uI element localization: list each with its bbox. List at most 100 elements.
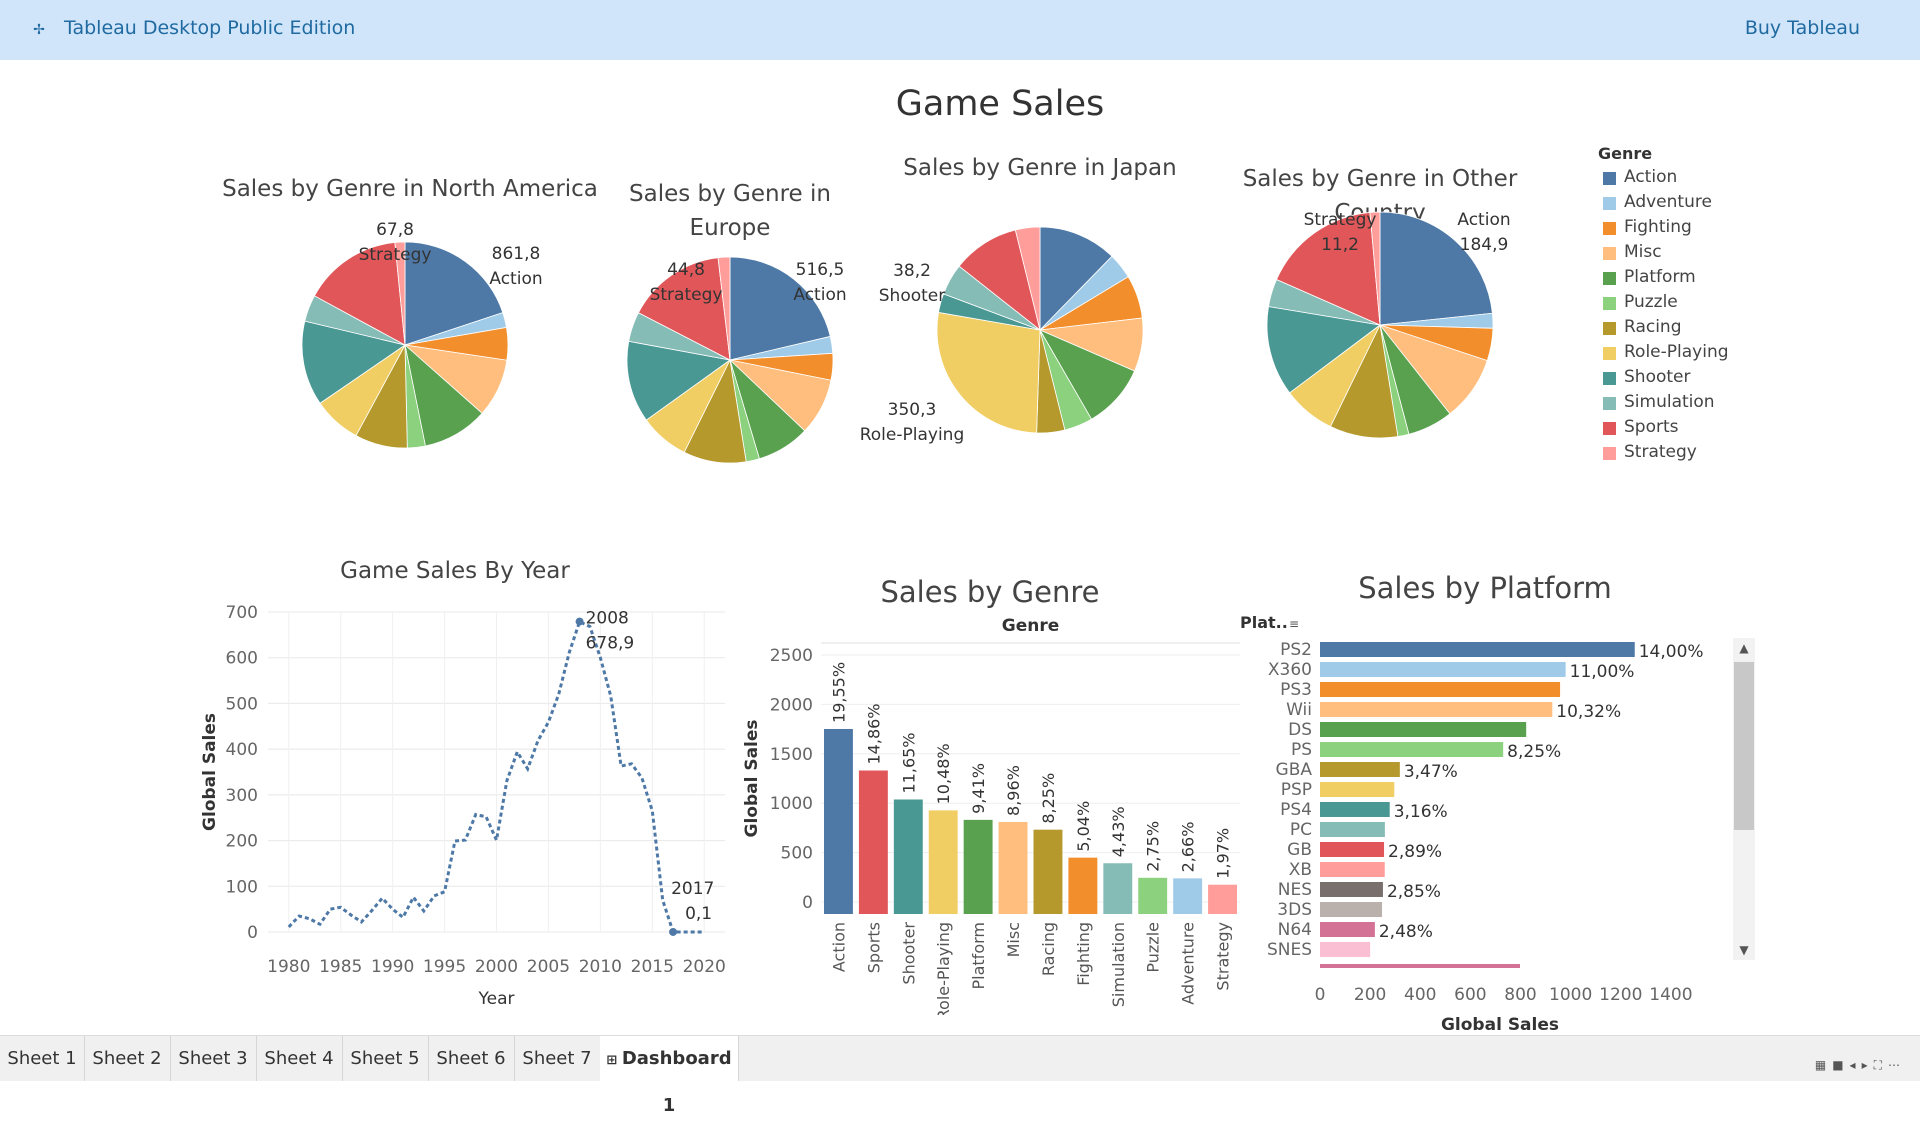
- scroll-down-icon[interactable]: ▼: [1733, 940, 1755, 960]
- tab-sheet-4[interactable]: Sheet 4: [256, 1036, 343, 1081]
- legend-item-simulation[interactable]: Simulation: [1598, 390, 1729, 415]
- prev-icon[interactable]: ◂: [1850, 1058, 1862, 1072]
- platform-label: NES: [1278, 880, 1312, 900]
- bar-sports[interactable]: [858, 770, 888, 914]
- bar-platform[interactable]: [963, 819, 993, 914]
- platform-label: SNES: [1267, 940, 1312, 960]
- legend-label: Adventure: [1624, 192, 1712, 212]
- film-view-icon[interactable]: ■: [1832, 1058, 1849, 1072]
- x-tick-label: 1400: [1649, 985, 1692, 1005]
- bar-nes[interactable]: [1320, 882, 1383, 897]
- end-point[interactable]: [669, 927, 678, 936]
- view-controls[interactable]: ▦■◂▸⛶⋯: [1815, 1058, 1906, 1076]
- bar-racing[interactable]: [1033, 829, 1063, 914]
- legend-item-shooter[interactable]: Shooter: [1598, 365, 1729, 390]
- bar-adventure[interactable]: [1173, 878, 1203, 914]
- bar-strategy[interactable]: [1208, 884, 1237, 914]
- legend-item-role-playing[interactable]: Role-Playing: [1598, 340, 1729, 365]
- bar-fighting[interactable]: [1068, 857, 1098, 914]
- bar-misc[interactable]: [998, 821, 1028, 914]
- bar-pct-label: 8,96%: [1004, 765, 1023, 816]
- legend-item-fighting[interactable]: Fighting: [1598, 215, 1729, 240]
- legend-item-puzzle[interactable]: Puzzle: [1598, 290, 1729, 315]
- bar-ps[interactable]: [1320, 742, 1504, 757]
- label-value: 44,8: [667, 260, 705, 280]
- genre-bar-chart[interactable]: Genre 0 500 1000 1500 2000 2500 19,55% Action 14,…: [735, 615, 1255, 1015]
- bar-role-playing[interactable]: [928, 810, 958, 914]
- peak-year-label: 2008: [586, 609, 629, 629]
- bar-pct-label: 9,41%: [969, 763, 988, 814]
- legend-item-platform[interactable]: Platform: [1598, 265, 1729, 290]
- legend-item-misc[interactable]: Misc: [1598, 240, 1729, 265]
- label-name: Strategy: [1303, 210, 1377, 230]
- bar-pct-label: 3,16%: [1394, 802, 1448, 822]
- tab-label: Sheet 7: [522, 1048, 592, 1069]
- scrollbar-thumb[interactable]: [1734, 662, 1754, 830]
- bar-ps2[interactable]: [1320, 642, 1635, 657]
- legend-item-racing[interactable]: Racing: [1598, 315, 1729, 340]
- tab-sheet-6[interactable]: Sheet 6: [428, 1036, 515, 1081]
- platform-scrollbar[interactable]: ▲ ▼: [1733, 638, 1755, 960]
- next-icon[interactable]: ▸: [1862, 1058, 1874, 1072]
- buy-tableau-link[interactable]: Buy Tableau: [1745, 17, 1860, 39]
- bar-x360[interactable]: [1320, 662, 1566, 677]
- bar-ps4[interactable]: [1320, 802, 1390, 817]
- bar-pct-label: 19,55%: [829, 662, 848, 723]
- bar-xb[interactable]: [1320, 862, 1385, 877]
- bar-psp[interactable]: [1320, 782, 1395, 797]
- bar-snes[interactable]: [1320, 942, 1371, 957]
- platform-bar-chart[interactable]: PS2 14,00% X360 11,00% PS3Wii 10,32% DSPS 8,25%…: [1240, 632, 1730, 1032]
- pie-eu-action-label: 516,5 Action: [780, 258, 860, 308]
- tab-sheet-7[interactable]: Sheet 7: [514, 1036, 601, 1081]
- bar-puzzle[interactable]: [1138, 877, 1168, 914]
- pie-jp-title: Sales by Genre in Japan: [903, 155, 1177, 181]
- platform-label: XB: [1289, 860, 1312, 880]
- bar-simulation[interactable]: [1103, 863, 1133, 914]
- bar-gba[interactable]: [1320, 762, 1400, 777]
- bar-gb[interactable]: [1320, 842, 1385, 857]
- scroll-up-icon[interactable]: ▲: [1733, 638, 1755, 658]
- y-tick-label: 700: [226, 603, 258, 623]
- peak-value-label: 678,9: [586, 634, 635, 654]
- bar-pct-label: 8,25%: [1507, 742, 1561, 762]
- tab-sheet-2[interactable]: Sheet 2: [84, 1036, 171, 1081]
- y-tick-label: 500: [226, 694, 258, 714]
- x-tick-label: 2015: [631, 957, 674, 977]
- label-name: Action: [489, 269, 543, 289]
- bar-shooter[interactable]: [893, 799, 923, 914]
- x-tick-label: 1990: [371, 957, 414, 977]
- bar-n64[interactable]: [1320, 922, 1375, 937]
- tab-dashboard-1[interactable]: ⊞ Dashboard 1: [600, 1036, 739, 1116]
- line-chart[interactable]: 0 100 200 300 400 500 600 700 1980 1985 1990 1995 20…: [190, 590, 740, 1020]
- sheet-tab-bar: Sheet 1 Sheet 2 Sheet 3 Sheet 4 Sheet 5 Sheet…: [0, 1035, 1920, 1116]
- label-name: Shooter: [878, 286, 946, 306]
- peak-point[interactable]: [575, 617, 584, 626]
- label-value: 184,9: [1459, 235, 1509, 255]
- legend-item-sports[interactable]: Sports: [1598, 415, 1729, 440]
- dashboard-title: Game Sales: [895, 84, 1105, 124]
- legend-item-action[interactable]: Action: [1598, 165, 1729, 190]
- tab-sheet-3[interactable]: Sheet 3: [170, 1036, 257, 1081]
- pie-eu-strategy-label: 44,8 Strategy: [646, 258, 726, 308]
- grid-view-icon[interactable]: ▦: [1815, 1058, 1832, 1072]
- category-label: Shooter: [899, 922, 918, 985]
- bar-action[interactable]: [824, 728, 853, 914]
- y-tick-label: 400: [226, 740, 258, 760]
- bar-pc[interactable]: [1320, 822, 1385, 837]
- bar-ps3[interactable]: [1320, 682, 1561, 697]
- legend-item-strategy[interactable]: Strategy: [1598, 440, 1729, 465]
- pie-eu-title-line1: Sales by Genre in: [629, 181, 831, 207]
- more-icon[interactable]: ⋯: [1888, 1058, 1906, 1072]
- legend-item-adventure[interactable]: Adventure: [1598, 190, 1729, 215]
- sort-icon[interactable]: ≡: [1289, 617, 1299, 631]
- platform-column-header[interactable]: Plat..: [1240, 613, 1288, 632]
- bar-3ds[interactable]: [1320, 902, 1383, 917]
- bar-ds[interactable]: [1320, 722, 1527, 737]
- platform-label: PS4: [1280, 800, 1312, 820]
- bar-pct-label: 5,04%: [1074, 801, 1093, 852]
- fullscreen-icon[interactable]: ⛶: [1874, 1058, 1888, 1072]
- bar-wii[interactable]: [1320, 702, 1553, 717]
- tab-sheet-5[interactable]: Sheet 5: [342, 1036, 429, 1081]
- tab-sheet-1[interactable]: Sheet 1: [0, 1036, 85, 1081]
- label-name: Action: [793, 285, 847, 305]
